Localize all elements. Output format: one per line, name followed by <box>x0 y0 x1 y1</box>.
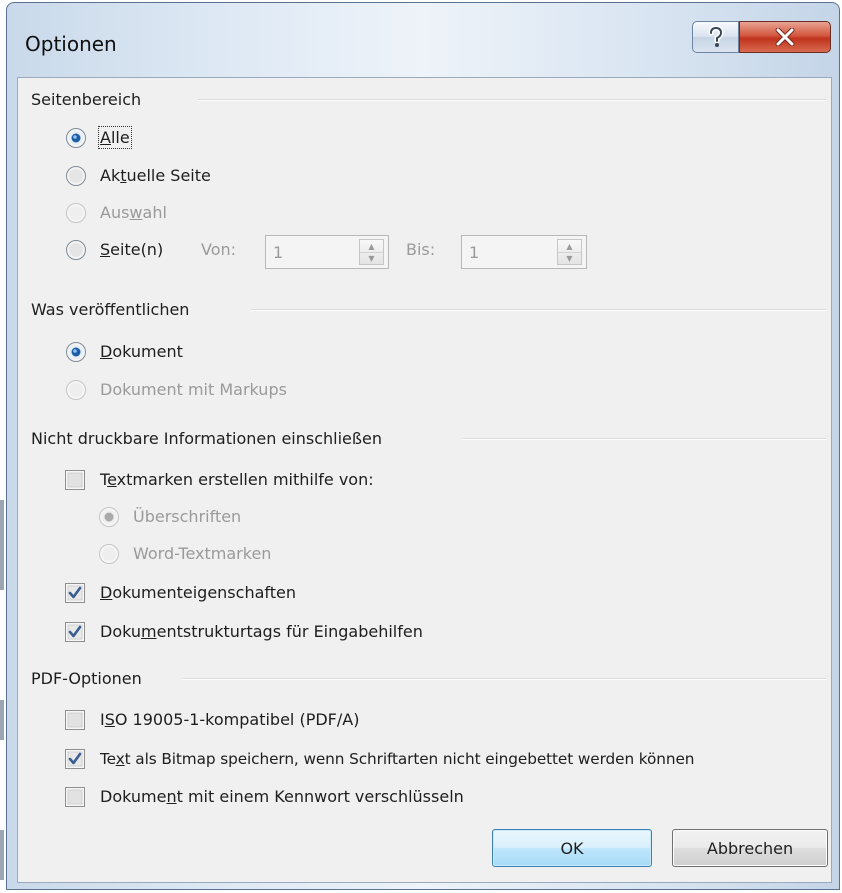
radio-unselected-icon <box>66 166 86 186</box>
radio-selected-disabled-icon <box>99 507 119 527</box>
ok-button[interactable]: OK <box>492 829 652 867</box>
group-divider <box>183 678 826 680</box>
checkbox-dokumenteigenschaften-label[interactable]: Dokumenteigenschaften <box>100 583 296 603</box>
group-heading-pdf-optionen: PDF-Optionen <box>31 669 142 688</box>
checkbox-checked-icon <box>65 622 85 642</box>
group-heading-seitenbereich: Seitenbereich <box>31 90 142 109</box>
help-icon <box>708 26 724 47</box>
options-dialog: Optionen Seitenbereich Alle Aktuelle Sei… <box>6 2 840 890</box>
help-button[interactable] <box>692 21 739 53</box>
cancel-button[interactable]: Abbrechen <box>672 829 828 867</box>
checkbox-unchecked-icon <box>65 710 85 730</box>
radio-disabled-icon <box>66 203 86 223</box>
radio-disabled-icon <box>66 380 86 400</box>
dialog-content: Seitenbereich Alle Aktuelle Seite Auswah… <box>17 77 832 883</box>
von-spinbox[interactable]: 1 ▲ ▼ <box>265 235 389 269</box>
radio-alle-label[interactable]: Alle <box>98 126 132 149</box>
radio-selected-icon <box>66 128 86 148</box>
bis-value: 1 <box>469 243 480 262</box>
radio-word-textmarken-label: Word-Textmarken <box>133 544 272 563</box>
dialog-title: Optionen <box>25 32 117 56</box>
checkbox-bitmap-label[interactable]: Text als Bitmap speichern, wenn Schrifta… <box>100 749 694 769</box>
close-button[interactable] <box>739 21 831 53</box>
checkbox-strukturtags-label[interactable]: Dokumentstrukturtags für Eingabehilfen <box>100 622 423 642</box>
checkbox-checked-icon <box>65 583 85 603</box>
von-value: 1 <box>273 243 284 262</box>
checkbox-iso-label[interactable]: ISO 19005-1-kompatibel (PDF/A) <box>100 710 359 730</box>
spin-down-icon[interactable]: ▼ <box>360 252 383 264</box>
group-heading-nicht-druckbar: Nicht druckbare Informationen einschließ… <box>31 429 382 448</box>
checkbox-dokumenteigenschaften[interactable] <box>65 583 85 603</box>
checkbox-bitmap[interactable] <box>65 749 85 769</box>
von-label: Von: <box>201 240 237 259</box>
bis-label: Bis: <box>406 240 436 259</box>
radio-seiten-label[interactable]: Seite(n) <box>100 240 163 260</box>
radio-unselected-icon <box>66 240 86 260</box>
group-divider <box>463 438 826 440</box>
radio-aktuelle-seite-label[interactable]: Aktuelle Seite <box>100 166 211 186</box>
close-icon <box>775 28 795 46</box>
radio-alle[interactable] <box>65 127 87 149</box>
group-divider <box>198 99 826 101</box>
group-heading-veroeffentlichen: Was veröffentlichen <box>31 300 190 319</box>
radio-auswahl[interactable] <box>65 202 87 224</box>
von-spin-buttons[interactable]: ▲ ▼ <box>359 239 384 265</box>
checkbox-unchecked-icon <box>65 787 85 807</box>
checkbox-kennwort[interactable] <box>65 787 85 807</box>
radio-dokument-label[interactable]: Dokument <box>100 342 183 362</box>
checkbox-checked-icon <box>65 749 85 769</box>
checkbox-unchecked-icon <box>65 470 85 490</box>
radio-aktuelle-seite[interactable] <box>65 165 87 187</box>
radio-dokument-markups-label: Dokument mit Markups <box>100 380 287 399</box>
radio-selected-icon <box>66 342 86 362</box>
bis-spin-buttons[interactable]: ▲ ▼ <box>557 239 582 265</box>
checkbox-iso[interactable] <box>65 710 85 730</box>
radio-auswahl-label: Auswahl <box>100 203 167 222</box>
radio-word-textmarken[interactable] <box>98 543 120 565</box>
radio-seiten[interactable] <box>65 239 87 261</box>
checkbox-strukturtags[interactable] <box>65 622 85 642</box>
checkbox-textmarken[interactable] <box>65 470 85 490</box>
radio-ueberschriften-label: Überschriften <box>133 507 242 526</box>
title-bar[interactable]: Optionen <box>7 3 839 78</box>
radio-dokument-markups[interactable] <box>65 379 87 401</box>
checkbox-kennwort-label[interactable]: Dokument mit einem Kennwort verschlüssel… <box>100 787 464 807</box>
radio-dokument[interactable] <box>65 341 87 363</box>
checkbox-textmarken-label[interactable]: Textmarken erstellen mithilfe von: <box>100 470 374 490</box>
group-divider <box>251 309 826 311</box>
spin-down-icon[interactable]: ▼ <box>558 252 581 264</box>
radio-ueberschriften[interactable] <box>98 506 120 528</box>
bis-spinbox[interactable]: 1 ▲ ▼ <box>461 235 587 269</box>
radio-disabled-icon <box>99 544 119 564</box>
